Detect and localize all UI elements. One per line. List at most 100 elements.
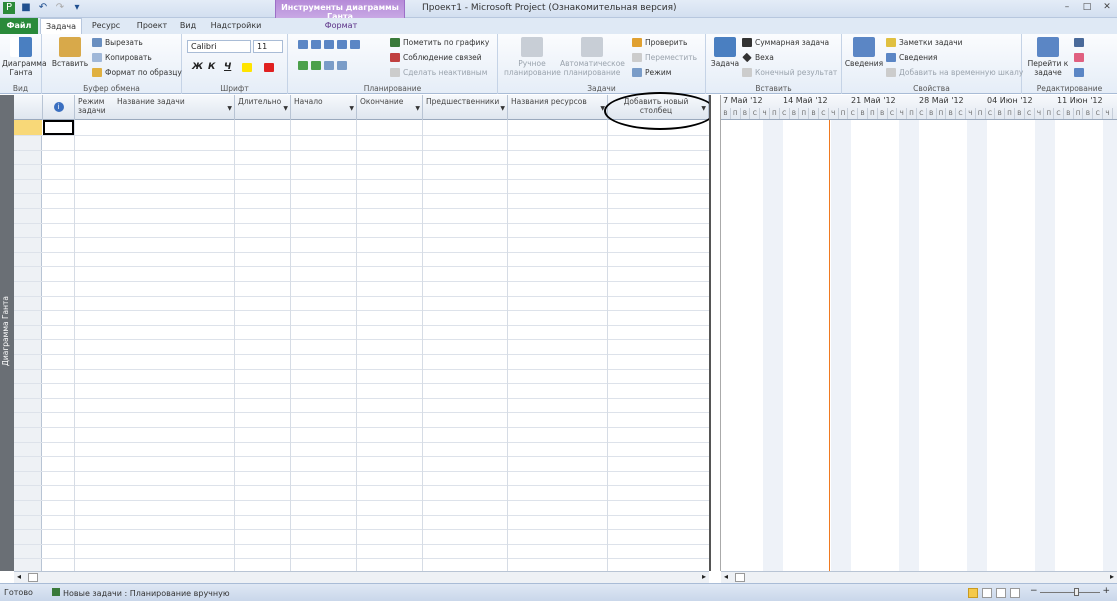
select-all-corner[interactable] [14, 95, 43, 120]
mark-icon [390, 38, 400, 47]
progress-buttons[interactable] [298, 40, 360, 49]
selected-row-number [14, 120, 42, 135]
font-color-button[interactable] [264, 63, 274, 72]
inactivate-button[interactable]: Сделать неактивным [390, 68, 487, 77]
link-icon [324, 61, 334, 70]
bold-button[interactable]: Ж [192, 62, 203, 72]
task-usage-icon[interactable] [982, 588, 992, 598]
tab-file[interactable]: Файл [0, 18, 38, 34]
resource-sheet-icon[interactable] [1010, 588, 1020, 598]
customize-qat-icon[interactable]: ▾ [71, 2, 83, 14]
information-button[interactable]: Сведения [844, 37, 884, 68]
filter-arrow-icon[interactable]: ▼ [500, 104, 505, 113]
scroll-left-icon[interactable]: ◂ [724, 572, 728, 581]
predecessors-column-header[interactable]: Предшественники ▼ [423, 95, 508, 120]
team-planner-icon[interactable] [996, 588, 1006, 598]
scroll-left-icon[interactable]: ◂ [17, 572, 21, 581]
column-divider [234, 120, 235, 571]
scroll-to-task-icon [1037, 37, 1059, 57]
paste-button[interactable]: Вставить [50, 37, 90, 68]
row-line [14, 339, 709, 341]
maximize-icon[interactable]: □ [1081, 2, 1093, 12]
duration-column-header[interactable]: Длительно ▼ [235, 95, 291, 120]
copy-button[interactable]: Копировать [92, 53, 152, 62]
deliverable-button[interactable]: Конечный результат [742, 68, 837, 77]
auto-schedule-button[interactable]: Автоматическое планирование [560, 37, 625, 77]
timescale-header[interactable]: 7 Май '12 14 Май '12 21 Май '12 28 Май '… [721, 95, 1117, 120]
day-label: С [888, 108, 898, 119]
finish-column-header[interactable]: Окончание ▼ [357, 95, 423, 120]
mode-button[interactable]: Режим [632, 68, 671, 77]
filter-arrow-icon[interactable]: ▼ [349, 104, 354, 113]
scroll-thumb[interactable] [28, 573, 38, 582]
scroll-thumb[interactable] [735, 573, 745, 582]
manual-schedule-button[interactable]: Ручное планирование [504, 37, 561, 77]
filter-arrow-icon[interactable]: ▼ [227, 104, 232, 113]
respect-links-button[interactable]: Соблюдение связей [390, 53, 482, 62]
redo-icon[interactable]: ↷ [54, 2, 66, 14]
filter-arrow-icon[interactable]: ▼ [415, 104, 420, 113]
format-painter-button[interactable]: Формат по образцу [92, 68, 182, 77]
cut-label: Вырезать [105, 38, 143, 47]
pane-splitter[interactable] [709, 95, 721, 571]
tab-resource[interactable]: Ресурс [84, 18, 128, 34]
filter-arrow-icon[interactable]: ▼ [283, 104, 288, 113]
week-label: 04 Июн '12 [987, 96, 1033, 105]
italic-button[interactable]: К [208, 62, 215, 72]
day-label: В [927, 108, 937, 119]
task-grid[interactable] [14, 120, 709, 571]
zoom-thumb[interactable] [1074, 588, 1079, 596]
indent-buttons[interactable] [298, 61, 347, 70]
milestone-button[interactable]: Веха [742, 52, 774, 63]
tab-task[interactable]: Задача [40, 18, 82, 34]
font-name-select[interactable]: Calibri [187, 40, 251, 53]
row-line [14, 485, 709, 487]
progress-25-icon [311, 40, 321, 49]
zoom-in-icon[interactable]: + [1102, 586, 1110, 596]
scroll-to-task-button[interactable]: Перейти к задаче [1026, 37, 1070, 77]
find-button[interactable] [1074, 38, 1084, 47]
resource-names-column-header[interactable]: Названия ресурсов ▼ [508, 95, 608, 120]
new-tasks-mode[interactable]: Новые задачи : Планирование вручную [52, 588, 230, 598]
group-schedule: Пометить по графику Соблюдение связей Сд… [288, 34, 498, 94]
task-notes-button[interactable]: Заметки задачи [886, 38, 963, 47]
tab-format[interactable]: Формат [305, 18, 377, 34]
scroll-right-icon[interactable]: ▸ [1110, 572, 1114, 581]
active-cell[interactable] [43, 120, 74, 135]
scroll-right-icon[interactable]: ▸ [702, 572, 706, 581]
row-line [14, 135, 709, 136]
undo-icon[interactable]: ↶ [37, 2, 49, 14]
zoom-out-icon[interactable]: − [1030, 586, 1038, 596]
row-line [14, 178, 709, 180]
underline-button[interactable]: Ч [224, 62, 231, 72]
cut-button[interactable]: Вырезать [92, 38, 143, 47]
gantt-chart-button[interactable]: Диаграмма Ганта [2, 37, 47, 77]
copy-label: Копировать [105, 53, 152, 62]
summary-task-button[interactable]: Суммарная задача [742, 38, 829, 47]
tab-addins[interactable]: Надстройки [200, 18, 272, 34]
add-to-timeline-button[interactable]: Добавить на временную шкалу [886, 68, 1023, 77]
view-bar[interactable]: Диаграмма Ганта [0, 95, 14, 571]
highlight-color-button[interactable] [242, 63, 252, 72]
start-column-header[interactable]: Начало ▼ [291, 95, 357, 120]
grid-horizontal-scrollbar[interactable]: ◂ ▸ [14, 571, 709, 583]
clear-button[interactable] [1074, 53, 1084, 62]
minimize-icon[interactable]: – [1061, 2, 1073, 12]
mark-on-track-button[interactable]: Пометить по графику [390, 38, 489, 47]
task-mode-column-header[interactable]: Режим задачи Название задачи ▼ [75, 95, 235, 120]
fill-button[interactable] [1074, 68, 1084, 77]
inspect-button[interactable]: Проверить [632, 38, 687, 47]
move-button[interactable]: Переместить [632, 53, 697, 62]
row-line [14, 412, 709, 414]
details-button[interactable]: Сведения [886, 53, 937, 62]
gantt-chart-pane[interactable]: 7 Май '12 14 Май '12 21 Май '12 28 Май '… [721, 95, 1117, 571]
zoom-slider[interactable]: − + [1030, 586, 1110, 597]
gantt-view-icon[interactable] [968, 588, 978, 598]
save-icon[interactable]: ■ [20, 2, 32, 14]
close-icon[interactable]: ✕ [1101, 2, 1113, 12]
font-size-select[interactable]: 11 [253, 40, 283, 53]
insert-task-button[interactable]: Задача [710, 37, 740, 68]
gantt-horizontal-scrollbar[interactable]: ◂ ▸ [721, 571, 1117, 583]
indicators-column-header[interactable]: i [43, 95, 75, 120]
group-schedule-label: Планирование [363, 84, 422, 93]
